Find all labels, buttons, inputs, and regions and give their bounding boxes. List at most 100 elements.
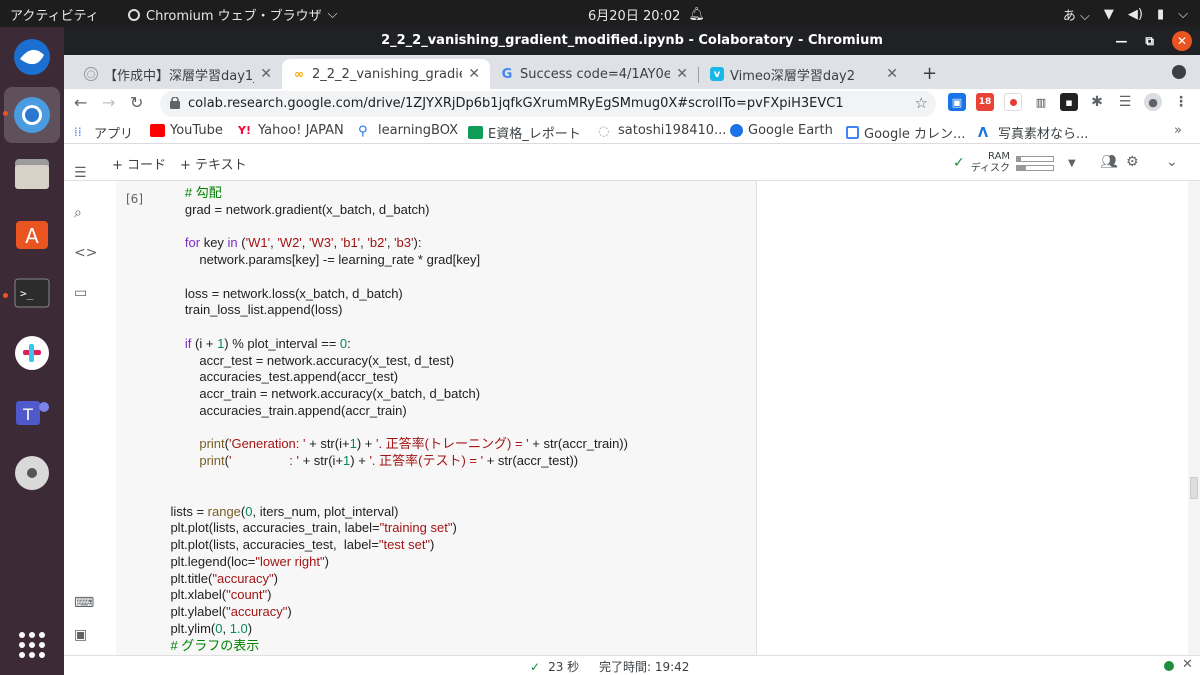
disk-bar-fill (1017, 165, 1027, 170)
tab-hatena[interactable]: ○ 【作成中】深層学習day1_ ✕ (74, 59, 282, 89)
forward-button[interactable]: → (102, 93, 115, 112)
dock-chromium[interactable] (4, 87, 60, 143)
reload-button[interactable]: ↻ (130, 93, 143, 112)
bookmark-yahoo[interactable]: Y! Yahoo! JAPAN (238, 123, 344, 138)
maximize-button[interactable]: ⧉ (1145, 34, 1154, 49)
code-snippets-icon[interactable]: <> (74, 245, 97, 261)
bookmark-apps[interactable]: ⁞⁞ アプリ (74, 123, 133, 143)
window-title-bar[interactable]: 2_2_2_vanishing_gradient_modified.ipynb … (64, 27, 1200, 55)
close-tab-button[interactable]: ✕ (886, 66, 898, 82)
code-token: 'Generation: ' (228, 436, 306, 452)
tab-label: 【作成中】深層学習day1_ (104, 68, 255, 84)
software-icon: A (16, 221, 48, 249)
files-folder-icon[interactable]: ▭ (74, 285, 87, 301)
tab-colab[interactable]: ∞ 2_2_2_vanishing_gradient ✕ (282, 59, 490, 89)
bookmark-google-earth[interactable]: Google Earth (730, 123, 833, 138)
scrollbar[interactable] (1188, 181, 1200, 655)
close-tab-button[interactable]: ✕ (260, 66, 272, 82)
back-button[interactable]: ← (74, 93, 87, 112)
bookmark-google-calendar[interactable]: Google カレン... (846, 123, 965, 142)
code-line: accr_train = network.accuracy(x_batch, d… (156, 386, 756, 403)
reading-list-icon[interactable]: ☰ (1116, 93, 1134, 111)
extensions-puzzle-icon[interactable]: ✱ (1088, 93, 1106, 111)
close-tab-button[interactable]: ✕ (676, 66, 688, 82)
table-of-contents-icon[interactable]: ☰ (74, 165, 87, 181)
chrome-menu-icon[interactable]: ⋮ (1172, 93, 1190, 111)
bookmark-satoshi[interactable]: ◌ satoshi198410... (598, 123, 726, 139)
extension-barcode-icon[interactable]: ▥ (1032, 93, 1050, 111)
app-menu-label: Chromium ウェブ・ブラウザ (146, 9, 322, 24)
search-icon[interactable]: ⌕ (74, 205, 82, 221)
dock-software[interactable]: A (10, 211, 54, 255)
dock-slack[interactable] (10, 331, 54, 375)
code-token: ): (413, 235, 422, 251)
tab-separator (698, 67, 699, 83)
scrollbar-thumb[interactable] (1190, 477, 1198, 499)
terminal-icon: >_ (14, 278, 50, 308)
bookmark-star-icon[interactable]: ☆ (915, 94, 928, 112)
resources-indicator[interactable]: ✓ RAM ディスク ▼ (953, 151, 1076, 175)
dock-terminal[interactable]: >_ (10, 271, 54, 315)
bookmark-e-report[interactable]: E資格_レポート (468, 123, 581, 142)
wifi-icon: ▼ (1103, 7, 1114, 22)
new-tab-button[interactable]: + (922, 63, 937, 84)
share-people-icon[interactable]: 👥︎ (1100, 154, 1118, 170)
close-tab-button[interactable]: ✕ (468, 66, 480, 82)
code-editor[interactable]: # 勾配 grad = network.gradient(x_batch, d_… (156, 185, 756, 654)
dock-show-apps[interactable] (10, 623, 54, 667)
dock-thunderbird[interactable] (10, 35, 54, 79)
add-text-button[interactable]: + テキスト (180, 154, 247, 173)
address-bar[interactable]: colab.research.google.com/drive/1ZJYXRjD… (160, 91, 936, 117)
dock-teams[interactable]: T (10, 391, 54, 435)
tab-vimeo[interactable]: v Vimeo深層学習day2 ✕ (700, 59, 908, 89)
code-line: network.params[key] -= learning_rate * g… (156, 252, 756, 269)
add-code-button[interactable]: + コード (112, 154, 166, 173)
bookmark-learningbox[interactable]: ⚲ learningBOX (358, 123, 458, 139)
collapse-chevron-icon[interactable]: ⌄ (1166, 154, 1178, 170)
extension-gmail-icon[interactable]: 18 (976, 93, 994, 111)
extension-screen-capture-icon[interactable]: ▣ (948, 93, 966, 111)
bookmark-label: YouTube (170, 123, 223, 138)
tab-search-button[interactable] (1172, 65, 1186, 79)
close-status-button[interactable]: ✕ (1182, 657, 1193, 672)
code-token: ) (430, 537, 435, 553)
app-menu[interactable]: Chromium ウェブ・ブラウザ ⌵ (128, 5, 338, 24)
code-token: range (207, 503, 241, 519)
system-tray[interactable]: あ ⌵ ▼ ◀) ▮ ⌵ (1063, 5, 1188, 24)
disc-icon (15, 456, 49, 490)
dock-disc[interactable] (10, 451, 54, 495)
close-window-button[interactable]: ✕ (1172, 31, 1192, 51)
code-token: accuracies_test.append(accr_test) (156, 369, 399, 385)
clock[interactable]: 6月20日 20:02 🔔︎ (588, 5, 705, 24)
profile-avatar-icon[interactable]: ● (1144, 93, 1162, 111)
code-token: ) (324, 553, 329, 569)
code-token: accuracies_train.append(accr_train) (156, 402, 407, 418)
dock-files[interactable] (10, 151, 54, 195)
code-token: plt.plot(lists, accuracies_test, label= (156, 537, 379, 553)
command-palette-icon[interactable]: ⌨ (74, 595, 94, 611)
bookmark-photo[interactable]: Λ 写真素材なら... (978, 123, 1088, 142)
tab-success-code[interactable]: G Success code=4/1AY0e-g7 ✕ (490, 59, 698, 89)
code-cell[interactable]: [6] # 勾配 grad = network.gradient(x_batch… (116, 181, 757, 655)
input-method-indicator[interactable]: あ ⌵ (1063, 5, 1090, 24)
more-bookmarks-button[interactable]: » (1174, 123, 1182, 138)
execution-status[interactable]: ✓ 23 秒 (530, 658, 579, 675)
terminal-icon[interactable]: ▣ (74, 627, 87, 643)
settings-gear-icon[interactable]: ⚙ (1126, 154, 1139, 170)
extension-japan-icon[interactable] (1004, 93, 1022, 111)
bookmark-label: Google カレン... (864, 127, 966, 142)
code-token: 'W2' (277, 235, 302, 251)
code-line: accuracies_train.append(accr_train) (156, 403, 756, 420)
files-icon (15, 159, 49, 189)
code-token: loss = network.loss(x_batch, d_batch) (156, 285, 403, 301)
code-token: 'b1' (340, 235, 361, 251)
resources-dropdown-icon[interactable]: ▼ (1068, 158, 1076, 169)
activities-button[interactable]: アクティビティ (10, 5, 99, 24)
bookmark-youtube[interactable]: YouTube (150, 123, 223, 138)
code-token: plt.ylim( (156, 620, 216, 636)
extension-tab-icon[interactable]: ▪ (1060, 93, 1078, 111)
minimize-button[interactable]: — (1115, 34, 1127, 48)
